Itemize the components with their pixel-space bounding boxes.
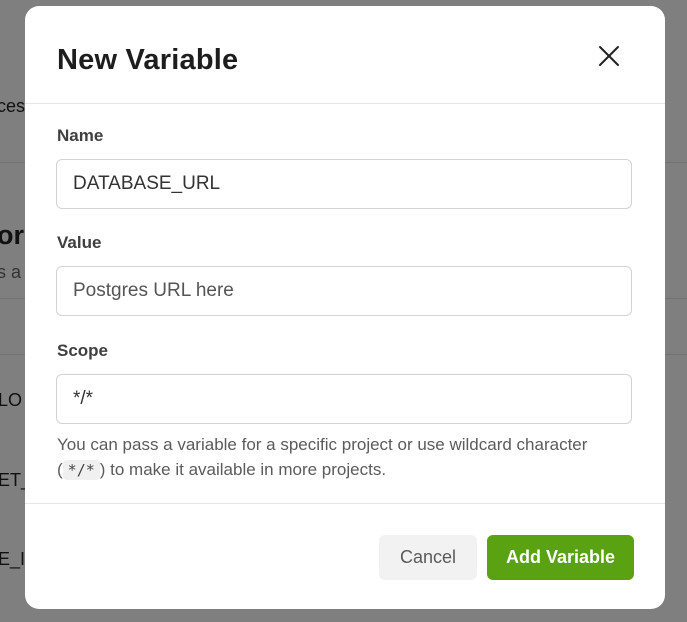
- scope-input[interactable]: [56, 374, 632, 424]
- scope-label: Scope: [57, 341, 109, 360]
- close-button[interactable]: [593, 40, 625, 72]
- wildcard-code: */*: [62, 460, 100, 480]
- dialog-footer: Cancel Add Variable: [25, 503, 665, 609]
- new-variable-dialog: New Variable Name Value Scope You can pa…: [25, 6, 665, 609]
- scope-help-text: You can pass a variable for a specific p…: [57, 432, 617, 483]
- value-input[interactable]: [56, 266, 632, 316]
- help-text-part: ) to make it available in more projects.: [99, 460, 387, 479]
- close-icon: [599, 46, 619, 66]
- value-label: Value: [57, 233, 102, 252]
- dialog-header: New Variable: [25, 6, 665, 104]
- name-label: Name: [57, 126, 104, 145]
- cancel-button[interactable]: Cancel: [379, 535, 477, 580]
- name-input[interactable]: [56, 159, 632, 209]
- add-variable-button[interactable]: Add Variable: [487, 535, 634, 580]
- dialog-title: New Variable: [57, 44, 239, 76]
